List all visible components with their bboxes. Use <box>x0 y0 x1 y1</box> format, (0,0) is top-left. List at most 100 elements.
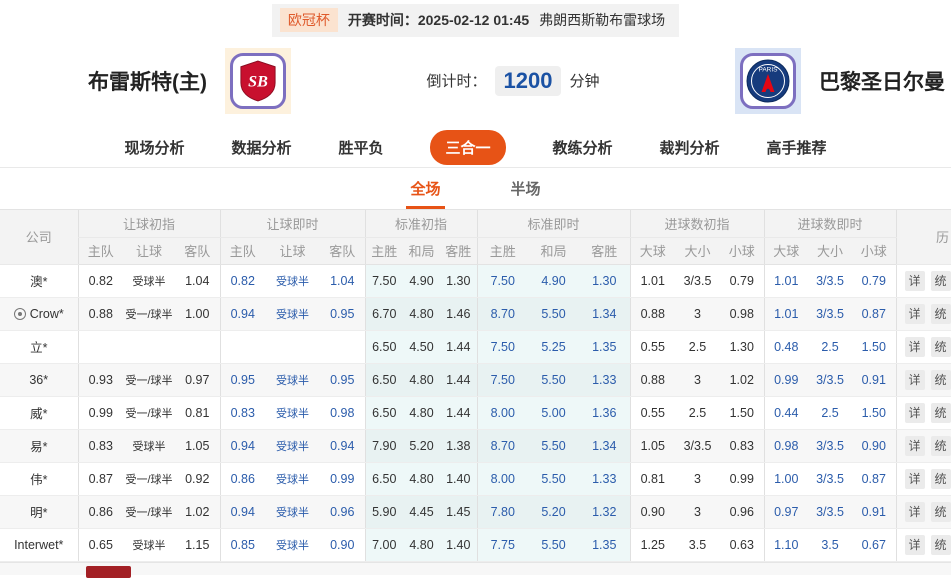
column-group-6: 进球数即时 <box>763 210 897 238</box>
odds-cell <box>123 330 175 364</box>
stats-button[interactable]: 统 <box>930 435 951 456</box>
odds-cell: 0.48 <box>763 330 809 364</box>
odds-cell: 0.98 <box>763 429 809 463</box>
odds-cell: 3 <box>675 363 720 397</box>
stats-button[interactable]: 统 <box>930 336 951 357</box>
tab-5[interactable]: 教练分析 <box>553 137 613 158</box>
subtab-1[interactable]: 全场 <box>406 178 445 209</box>
detail-button[interactable]: 详 <box>904 534 925 555</box>
odds-cell: 3/3.5 <box>808 495 853 529</box>
odds-cell: 4.80 <box>403 462 440 496</box>
detail-button[interactable]: 详 <box>904 402 925 423</box>
odds-cell: 0.98 <box>720 297 765 331</box>
stats-button[interactable]: 统 <box>930 534 951 555</box>
column-subheader: 客队 <box>320 237 365 265</box>
odds-cell: 5.50 <box>528 363 579 397</box>
odds-cell: 5.50 <box>528 429 579 463</box>
table-row: Crow* 0.88 受一/球半 1.00 0.94 受球半 0.95 6.70 4.80 1.4… <box>0 297 951 331</box>
company-cell: 易* <box>0 429 78 463</box>
odds-cell: 5.20 <box>403 429 440 463</box>
odds-cell: 受一/球半 <box>123 363 175 397</box>
table-row: 伟* 0.87 受一/球半 0.92 0.86 受球半 0.99 6.50 4.80 1.40 8.… <box>0 462 951 496</box>
odds-cell: 0.83 <box>720 429 765 463</box>
odds-cell: 1.34 <box>579 429 630 463</box>
odds-cell: 1.10 <box>763 528 809 562</box>
odds-cell: 1.46 <box>440 297 477 331</box>
history-cell: 详统 <box>895 264 951 298</box>
odds-cell: 0.92 <box>175 462 220 496</box>
stats-button[interactable]: 统 <box>930 402 951 423</box>
odds-cell: 3/3.5 <box>808 297 853 331</box>
odds-cell: 6.70 <box>364 297 403 331</box>
odds-cell: 受球半 <box>123 429 175 463</box>
stats-button[interactable]: 统 <box>930 501 951 522</box>
odds-cell: 0.87 <box>852 462 897 496</box>
history-cell: 详统 <box>895 363 951 397</box>
column-group-4: 标准即时 <box>476 210 630 238</box>
svg-text:SB: SB <box>248 73 268 90</box>
tab-4[interactable]: 三合一 <box>430 130 506 165</box>
odds-cell: 4.80 <box>403 528 440 562</box>
odds-cell: 6.50 <box>364 462 403 496</box>
table-row: Interwet* 0.65 受球半 1.15 0.85 受球半 0.90 7.00 4.80 1… <box>0 528 951 562</box>
kickoff-time: 开赛时间：2025-02-12 01:45 <box>348 10 529 30</box>
stats-button[interactable]: 统 <box>930 468 951 489</box>
odds-cell: 受球半 <box>265 264 320 298</box>
tab-7[interactable]: 高手推荐 <box>767 137 827 158</box>
odds-cell: 0.86 <box>219 462 265 496</box>
odds-cell: 4.45 <box>403 495 440 529</box>
stats-button[interactable]: 统 <box>930 270 951 291</box>
shield-icon: SB <box>240 60 276 101</box>
tab-6[interactable]: 裁判分析 <box>660 137 720 158</box>
tab-3[interactable]: 胜平负 <box>338 137 383 158</box>
tab-1[interactable]: 现场分析 <box>124 137 184 158</box>
odds-cell: 受球半 <box>123 528 175 562</box>
odds-cell: 7.50 <box>476 264 528 298</box>
tab-2[interactable]: 数据分析 <box>231 137 291 158</box>
away-team-logo: PARIS <box>735 47 801 114</box>
odds-cell: 3.5 <box>675 528 720 562</box>
odds-cell: 3/3.5 <box>675 264 720 298</box>
column-subheader: 主胜 <box>364 237 403 265</box>
countdown-value: 1200 <box>494 65 562 96</box>
odds-cell: 0.91 <box>852 495 897 529</box>
odds-cell: 3/3.5 <box>808 462 853 496</box>
column-subheader: 客胜 <box>440 237 477 265</box>
detail-button[interactable]: 详 <box>904 369 925 390</box>
detail-button[interactable]: 详 <box>904 303 925 324</box>
history-cell: 详统 <box>895 462 951 496</box>
detail-button[interactable]: 详 <box>904 336 925 357</box>
odds-cell: 4.50 <box>403 330 440 364</box>
odds-cell: 1.50 <box>720 396 765 430</box>
odds-cell: 2.5 <box>808 330 853 364</box>
odds-cell: 3 <box>675 297 720 331</box>
history-cell: 详统 <box>895 396 951 430</box>
odds-cell: 1.44 <box>440 363 477 397</box>
odds-cell: 受一/球半 <box>123 462 175 496</box>
odds-cell: 4.80 <box>403 363 440 397</box>
home-team: 布雷斯特(主) SB <box>88 47 291 114</box>
odds-cell: 0.99 <box>77 396 123 430</box>
odds-cell: 1.40 <box>440 462 477 496</box>
period-subtabs: 全场 半场 <box>0 168 951 210</box>
detail-button[interactable]: 详 <box>904 501 925 522</box>
detail-button[interactable]: 详 <box>904 435 925 456</box>
odds-cell: 1.33 <box>579 363 630 397</box>
odds-cell: 5.50 <box>528 462 579 496</box>
odds-cell: 受球半 <box>265 429 320 463</box>
stats-button[interactable]: 统 <box>930 369 951 390</box>
detail-button[interactable]: 详 <box>904 468 925 489</box>
table-row: 立* 6.50 4.50 1.44 7.50 5.25 1.35 0.55 2.5 1.30 0.4… <box>0 330 951 364</box>
svg-text:PARIS: PARIS <box>758 66 778 73</box>
subtab-2[interactable]: 半场 <box>507 178 545 209</box>
match-info-bar: 欧冠杯 开赛时间：2025-02-12 01:45 弗朗西斯勒布雷球场 <box>0 0 951 37</box>
odds-cell: 0.67 <box>852 528 897 562</box>
odds-cell: 7.75 <box>476 528 528 562</box>
odds-cell: 0.96 <box>720 495 765 529</box>
detail-button[interactable]: 详 <box>904 270 925 291</box>
odds-cell: 5.50 <box>528 297 579 331</box>
countdown: 倒计时： 1200 分钟 <box>291 65 735 96</box>
odds-cell: 1.04 <box>175 264 220 298</box>
stats-button[interactable]: 统 <box>930 303 951 324</box>
away-team: PARIS 巴黎圣日尔曼 <box>735 47 945 114</box>
